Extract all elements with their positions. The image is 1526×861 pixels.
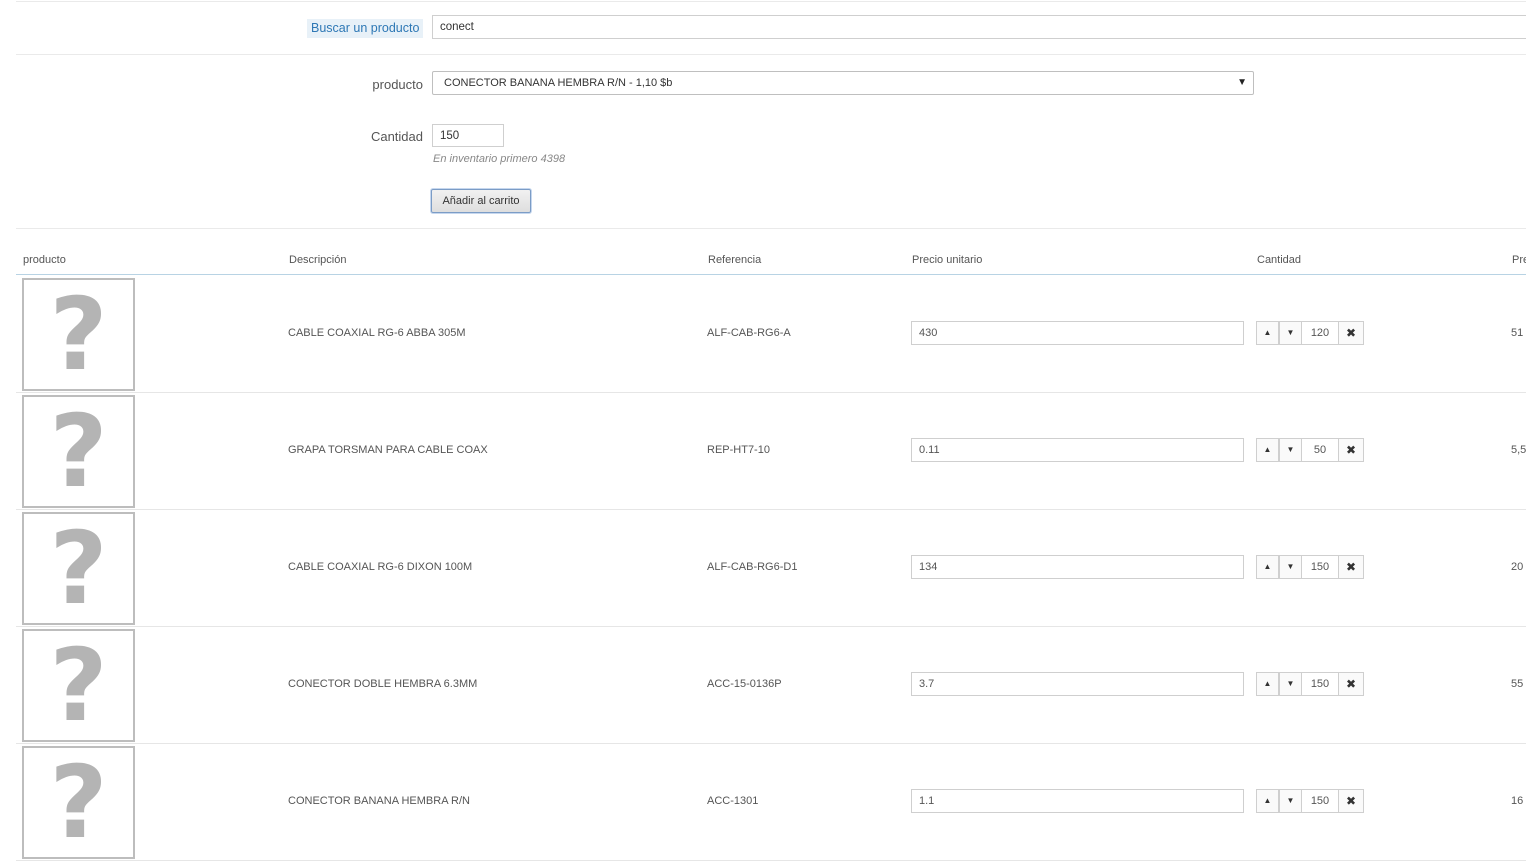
row-total: 5,5 [1511,444,1526,456]
table-row: ? CABLE COAXIAL RG-6 ABBA 305M ALF-CAB-R… [16,275,1526,393]
product-label: producto [372,77,423,92]
product-placeholder-icon: ? [22,629,135,742]
top-divider [16,1,1526,2]
product-placeholder-icon: ? [22,395,135,508]
decrease-icon[interactable]: ▼ [1279,672,1302,696]
quantity-input[interactable] [432,124,504,147]
stock-hint: En inventario primero 4398 [433,153,566,165]
header-unit-price[interactable]: Precio unitario [912,254,982,266]
row-reference: REP-HT7-10 [707,444,770,456]
row-reference: ACC-1301 [707,795,759,807]
decrease-icon[interactable]: ▼ [1279,438,1302,462]
unit-price-input[interactable]: 134 [911,555,1244,579]
product-select-value: CONECTOR BANANA HEMBRA R/N - 1,10 $b [444,77,673,89]
product-select[interactable]: CONECTOR BANANA HEMBRA R/N - 1,10 $b ▼ [432,71,1254,95]
header-product[interactable]: producto [23,254,66,266]
row-total: 16 [1511,795,1524,807]
decrease-icon[interactable]: ▼ [1279,789,1302,813]
search-input[interactable] [432,15,1526,39]
product-placeholder-icon: ? [22,512,135,625]
increase-icon[interactable]: ▲ [1256,789,1279,813]
header-quantity[interactable]: Cantidad [1257,254,1301,266]
increase-icon[interactable]: ▲ [1256,321,1279,345]
row-reference: ALF-CAB-RG6-D1 [707,561,798,573]
row-reference: ALF-CAB-RG6-A [707,327,791,339]
decrease-icon[interactable]: ▼ [1279,555,1302,579]
quantity-label: Cantidad [370,129,423,144]
search-label: Buscar un producto [307,19,424,38]
quantity-value[interactable]: 120 [1302,321,1338,345]
unit-price-input[interactable]: 1.1 [911,789,1244,813]
row-description: CABLE COAXIAL RG-6 ABBA 305M [288,327,466,339]
remove-icon[interactable]: ✖ [1338,438,1364,462]
form-divider [16,228,1526,229]
header-price-total[interactable]: Pre [1512,254,1526,266]
table-row: ? CABLE COAXIAL RG-6 DIXON 100M ALF-CAB-… [16,509,1526,627]
unit-price-input[interactable]: 3.7 [911,672,1244,696]
increase-icon[interactable]: ▲ [1256,438,1279,462]
table-row: ? CONECTOR DOBLE HEMBRA 6.3MM ACC-15-013… [16,626,1526,744]
row-reference: ACC-15-0136P [707,678,782,690]
row-total: 51 [1511,327,1524,339]
quantity-value[interactable]: 150 [1302,672,1338,696]
table-row: ? CONECTOR BANANA HEMBRA R/N ACC-1301 1.… [16,743,1526,861]
unit-price-input[interactable]: 430 [911,321,1244,345]
unit-price-input[interactable]: 0.11 [911,438,1244,462]
row-total: 55 [1511,678,1524,690]
increase-icon[interactable]: ▲ [1256,555,1279,579]
table-row: ? GRAPA TORSMAN PARA CABLE COAX REP-HT7-… [16,392,1526,510]
row-total: 20 [1511,561,1524,573]
search-divider [16,54,1526,55]
row-description: CABLE COAXIAL RG-6 DIXON 100M [288,561,473,573]
row-description: CONECTOR BANANA HEMBRA R/N [288,795,470,807]
remove-icon[interactable]: ✖ [1338,555,1364,579]
quantity-value[interactable]: 150 [1302,789,1338,813]
remove-icon[interactable]: ✖ [1338,321,1364,345]
product-placeholder-icon: ? [22,746,135,859]
decrease-icon[interactable]: ▼ [1279,321,1302,345]
quantity-value[interactable]: 150 [1302,555,1338,579]
increase-icon[interactable]: ▲ [1256,672,1279,696]
add-to-cart-button[interactable]: Añadir al carrito [431,189,531,213]
remove-icon[interactable]: ✖ [1338,672,1364,696]
product-placeholder-icon: ? [22,278,135,391]
quantity-value[interactable]: 50 [1302,438,1338,462]
row-description: GRAPA TORSMAN PARA CABLE COAX [288,444,488,456]
row-description: CONECTOR DOBLE HEMBRA 6.3MM [288,678,478,690]
remove-icon[interactable]: ✖ [1338,789,1364,813]
header-reference[interactable]: Referencia [708,254,761,266]
dropdown-arrow-icon: ▼ [1237,77,1247,88]
header-description[interactable]: Descripción [289,254,346,266]
